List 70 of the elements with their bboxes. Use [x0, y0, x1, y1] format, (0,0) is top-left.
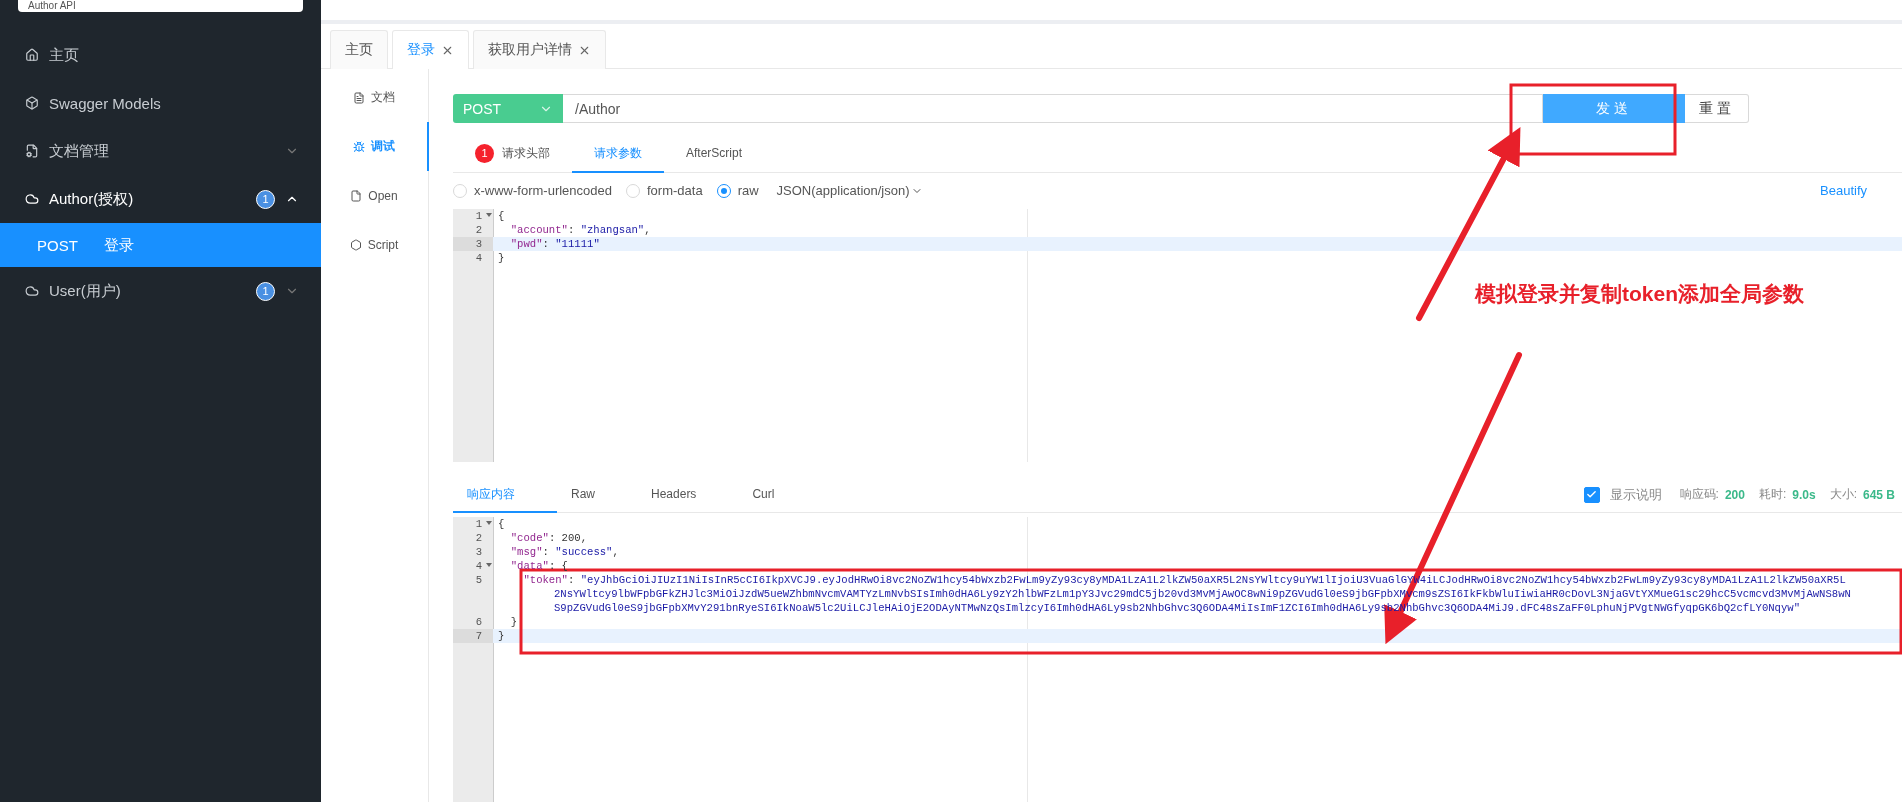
sidebar-item[interactable]: Author(授权) 1: [0, 175, 321, 223]
radio-label: form-data: [647, 183, 703, 199]
stat-label: 响应码:: [1679, 486, 1719, 504]
sidebar-item[interactable]: User(用户) 1: [0, 267, 321, 315]
code-line: }: [497, 251, 505, 266]
endpoint-label: 登录: [103, 235, 134, 255]
radio-label: raw: [737, 183, 759, 199]
body-type-radio[interactable]: form-data: [626, 183, 703, 199]
stat-value: 200: [1724, 487, 1745, 502]
response-tab[interactable]: Curl: [738, 477, 817, 514]
line-number: 6: [474, 615, 483, 630]
document-gear-icon: [25, 144, 39, 158]
code-line: }: [509, 615, 518, 630]
code-line: "code": 200,: [509, 530, 588, 545]
method-label: POST: [37, 236, 78, 254]
side-tab[interactable]: Script: [321, 220, 429, 269]
home-icon: [25, 48, 39, 62]
document-icon: [353, 91, 365, 104]
line-number: 2: [474, 530, 483, 545]
body-type-radio[interactable]: raw: [716, 183, 759, 199]
line-number: 5: [474, 573, 483, 588]
sidebar-item[interactable]: Swagger Models: [0, 79, 321, 127]
fold-arrow-icon[interactable]: [486, 562, 492, 567]
side-tab[interactable]: Open: [321, 171, 429, 220]
code-line: {: [497, 208, 505, 223]
page-tab[interactable]: 获取用户详情: [473, 30, 606, 69]
count-badge: 1: [256, 189, 275, 209]
reset-button[interactable]: 重置: [1685, 94, 1749, 124]
sidebar-item[interactable]: 文档管理: [0, 127, 321, 175]
line-number: 3: [474, 544, 483, 559]
code-line: "account": "zhangsan",: [509, 222, 651, 237]
stat-value: 9.0s: [1792, 487, 1816, 502]
stat-value: 645 B: [1862, 487, 1895, 502]
hexagon-icon: [349, 238, 362, 251]
line-number: 3: [453, 236, 493, 252]
sidebar-item[interactable]: 主页: [0, 31, 321, 79]
annotation-text: 模拟登录并复制token添加全局参数: [1475, 281, 1804, 307]
fold-arrow-icon[interactable]: [486, 212, 492, 217]
line-number: 7: [453, 629, 493, 644]
file-icon: [350, 189, 363, 202]
api-select-field[interactable]: Author API: [18, 0, 303, 12]
code-line: "pwd": "11111": [509, 236, 600, 252]
bug-icon: [353, 140, 365, 153]
cloud-icon: [25, 284, 39, 298]
response-tab[interactable]: Headers: [637, 477, 739, 514]
line-number: 1: [453, 208, 493, 223]
code-line: {: [497, 516, 505, 531]
request-tab[interactable]: AfterScript: [664, 135, 764, 173]
code-line: }: [497, 629, 505, 644]
fold-arrow-icon[interactable]: [486, 520, 492, 525]
content-type-select[interactable]: JSON(application/json): [776, 183, 923, 199]
request-tab[interactable]: 1 请求头部: [453, 135, 572, 173]
stat-label: 耗时:: [1758, 486, 1787, 504]
line-number: 1: [453, 516, 493, 531]
checkbox[interactable]: [1583, 486, 1600, 503]
cloud-icon: [25, 192, 39, 206]
cube-icon: [25, 96, 39, 110]
page-tab[interactable]: 主页: [330, 30, 388, 69]
url-field[interactable]: /Author: [563, 94, 1543, 124]
stat-label: 大小:: [1829, 486, 1857, 504]
code-line: "msg": "success",: [509, 544, 619, 559]
count-badge: 1: [256, 281, 275, 301]
line-number: 2: [474, 222, 483, 237]
code-line: "data": {: [509, 558, 568, 573]
response-tab[interactable]: Raw: [557, 477, 637, 514]
line-number: 4: [453, 558, 493, 573]
line-number: 4: [474, 251, 483, 266]
side-tab[interactable]: 文档: [321, 73, 429, 122]
checkbox-label: 显示说明: [1609, 485, 1662, 504]
count-badge: 1: [475, 143, 494, 163]
